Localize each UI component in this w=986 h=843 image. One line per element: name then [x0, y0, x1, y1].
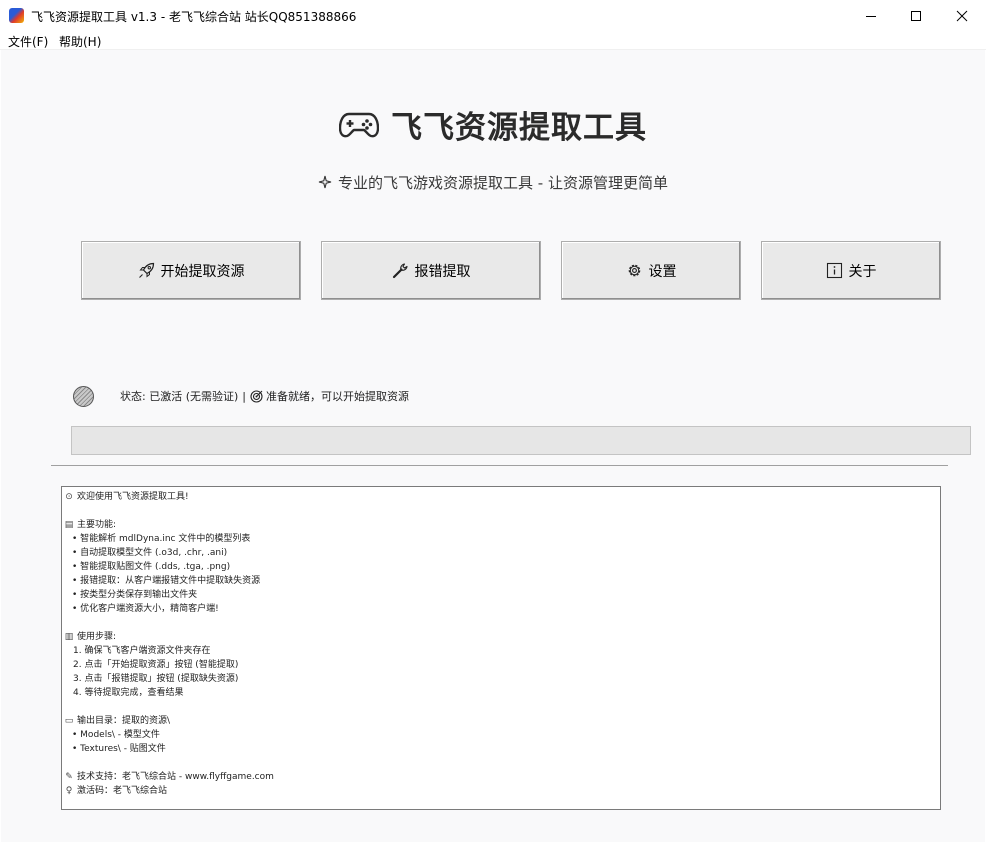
- section-divider: [51, 465, 948, 466]
- sparkle-icon: [318, 175, 332, 189]
- menu-help[interactable]: 帮助(H): [59, 33, 101, 50]
- book-icon: ▥: [64, 632, 74, 642]
- error-extract-label: 报错提取: [414, 263, 471, 280]
- log-feature: • 优化客户端资源大小，精简客户端!: [72, 604, 219, 614]
- status-bar: 状态: 已激活 (无需验证) | 准备就绪，可以开始提取资源: [73, 384, 409, 408]
- settings-label: 设置: [648, 263, 677, 280]
- progress-bar: [71, 426, 971, 455]
- log-step: 2. 点击「开始提取资源」按钮 (智能提取): [73, 660, 239, 670]
- log-step: 3. 点击「报错提取」按钮 (提取缺失资源): [73, 674, 239, 684]
- ready-status: 准备就绪，可以开始提取资源: [266, 390, 410, 403]
- rocket-icon: [138, 262, 154, 278]
- start-extract-label: 开始提取资源: [160, 263, 245, 280]
- log-support: ✎ 技术支持：老飞飞综合站 - www.flyffgame.com: [65, 772, 274, 782]
- close-icon: [956, 10, 968, 21]
- folder-icon: ▭: [64, 716, 74, 726]
- log-output[interactable]: ⊙ 欢迎使用飞飞资源提取工具! ▤ 主要功能: • 智能解析 mdlDyna.inc…: [61, 486, 941, 810]
- log-step: 4. 等待提取完成，查看结果: [73, 688, 184, 698]
- log-output-title: ▭ 输出目录：提取的资源\: [64, 716, 171, 726]
- minimize-button[interactable]: [848, 0, 894, 31]
- clipboard-icon: ▤: [64, 520, 74, 530]
- start-extract-button[interactable]: 开始提取资源: [81, 241, 301, 300]
- maximize-icon: [911, 10, 921, 21]
- maximize-button[interactable]: [893, 0, 939, 31]
- app-icon: [9, 8, 24, 23]
- log-features-title: ▤ 主要功能:: [64, 520, 117, 530]
- log-step: 1. 确保飞飞客户端资源文件夹存在: [73, 646, 211, 656]
- status-indicator: [73, 385, 94, 407]
- log-output-dir: • Textures\ - 贴图文件: [72, 744, 166, 754]
- log-feature: • 报错提取：从客户端报错文件中提取缺失资源: [72, 576, 261, 586]
- about-button[interactable]: 关于: [761, 241, 941, 300]
- log-steps-title: ▥ 使用步骤:: [64, 632, 117, 642]
- menu-file[interactable]: 文件(F): [8, 33, 48, 50]
- close-button[interactable]: [939, 0, 985, 31]
- main-panel: 飞飞资源提取工具 专业的飞飞游戏资源提取工具 - 让资源管理更简单 开始提取资源…: [1, 50, 985, 842]
- lightbulb-icon: ♀: [65, 786, 73, 796]
- log-feature: • 智能解析 mdlDyna.inc 文件中的模型列表: [72, 534, 251, 544]
- about-label: 关于: [848, 263, 877, 280]
- minimize-icon: [866, 15, 876, 17]
- log-welcome: ⊙ 欢迎使用飞飞资源提取工具!: [65, 492, 189, 502]
- info-icon: [826, 262, 842, 279]
- error-extract-button[interactable]: 报错提取: [321, 241, 541, 300]
- status-separator: |: [242, 389, 247, 403]
- activation-status: 状态: 已激活 (无需验证): [120, 390, 239, 403]
- gamepad-icon: ⊙: [65, 492, 73, 502]
- page-heading: 飞飞资源提取工具: [1, 104, 985, 146]
- gear-icon: [628, 264, 640, 277]
- log-activation-code: ♀ 激活码：老飞飞综合站: [65, 786, 168, 796]
- log-feature: • 自动提取模型文件 (.o3d, .chr, .ani): [72, 548, 228, 558]
- menu-bar: 文件(F) 帮助(H): [0, 31, 986, 50]
- subtitle-text: 专业的飞飞游戏资源提取工具 - 让资源管理更简单: [338, 173, 668, 192]
- log-feature: • 智能提取贴图文件 (.dds, .tga, .png): [72, 562, 231, 572]
- wrench-icon: [392, 263, 408, 279]
- window-title: 飞飞资源提取工具 v1.3 - 老飞飞综合站 站长QQ851388866: [31, 10, 357, 24]
- subtitle: 专业的飞飞游戏资源提取工具 - 让资源管理更简单: [1, 171, 985, 193]
- title-bar[interactable]: 飞飞资源提取工具 v1.3 - 老飞飞综合站 站长QQ851388866: [0, 0, 986, 31]
- target-icon: [250, 389, 263, 403]
- log-output-dir: • Models\ - 模型文件: [72, 730, 160, 740]
- gamepad-icon: [339, 112, 379, 138]
- wrench-icon: ✎: [65, 772, 73, 782]
- settings-button[interactable]: 设置: [561, 241, 741, 300]
- log-feature: • 按类型分类保存到输出文件夹: [72, 590, 198, 600]
- app-heading: 飞飞资源提取工具: [391, 109, 647, 146]
